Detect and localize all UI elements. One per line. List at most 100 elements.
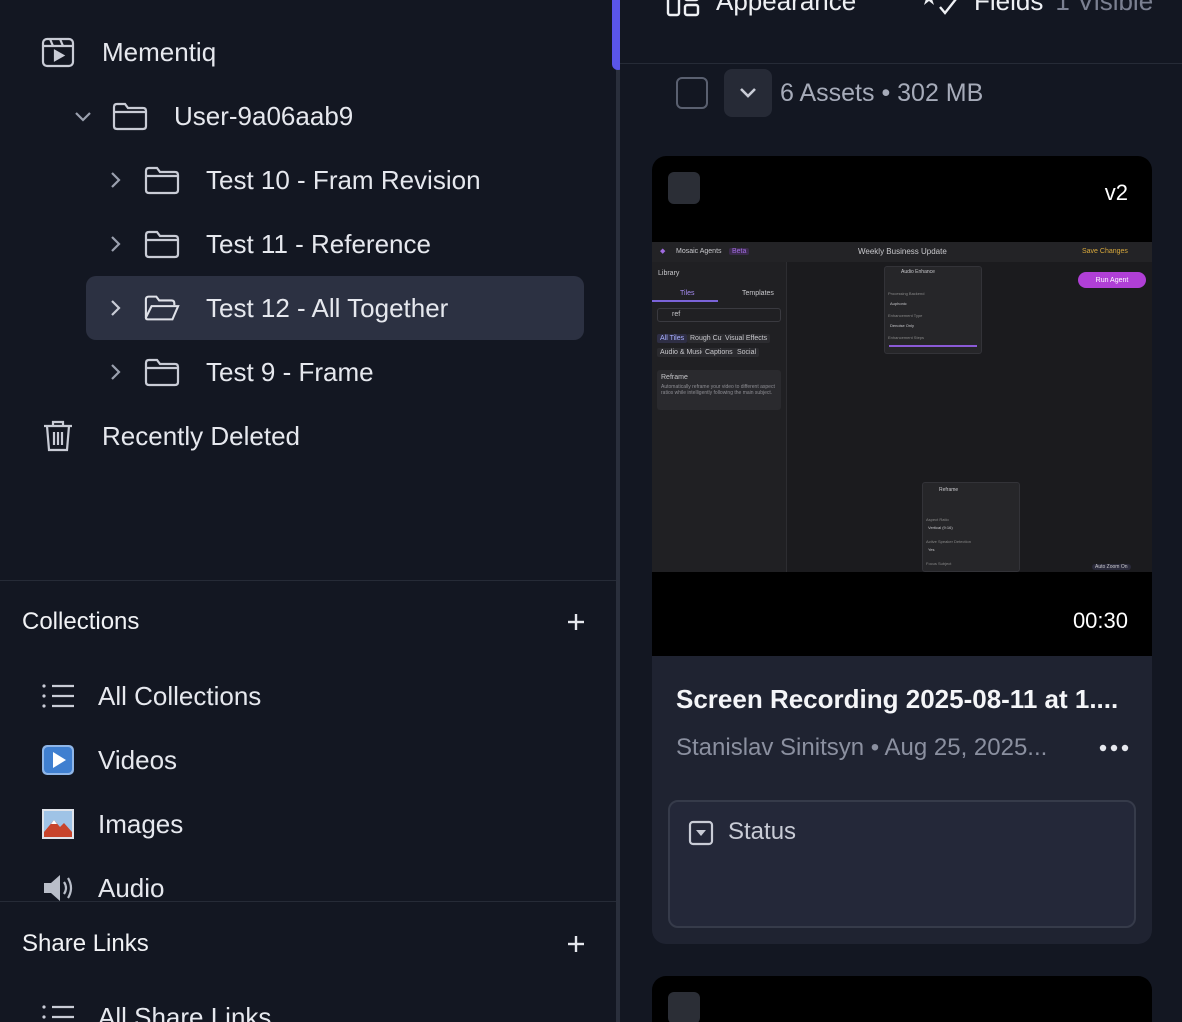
preview-node-field: Enhancement Type	[888, 313, 923, 318]
list-icon	[40, 999, 76, 1022]
select-options-button[interactable]	[724, 69, 772, 117]
preview-slider	[889, 345, 977, 347]
ellipsis-icon	[1099, 744, 1129, 752]
preview-search-value: ref	[672, 311, 681, 318]
preview-topbar: ◆ Mosaic Agents Beta Weekly Business Upd…	[652, 242, 1152, 262]
collection-item-videos[interactable]: Videos	[40, 732, 177, 788]
preview-chip: All Tiles	[657, 334, 688, 343]
chevron-down-icon	[740, 88, 756, 98]
play-icon	[40, 742, 76, 778]
sidebar-item-label: User-9a06aab9	[174, 100, 354, 131]
chevron-right-icon[interactable]	[102, 231, 128, 257]
dropdown-field-icon	[688, 820, 714, 846]
assets-bar: 6 Assets • 302 MB	[676, 69, 983, 117]
preview-node-title: Audio Enhance	[901, 269, 935, 275]
preview-chip: Rough Cut	[687, 334, 727, 343]
preview-chip: Captions	[702, 348, 736, 357]
preview-chip: Audio & Music	[657, 348, 708, 357]
toolbar: Appearance Fields 1 Visible	[620, 0, 1182, 64]
preview-node-field: Focus Subject	[926, 561, 952, 566]
image-icon	[40, 806, 76, 842]
duration-label: 00:30	[1072, 608, 1128, 633]
preview-node-field: Aspect Ratio	[926, 517, 949, 522]
collection-label: Videos	[98, 744, 178, 775]
fields-label: Fields	[974, 0, 1044, 16]
collections-title: Collections	[22, 608, 140, 635]
status-label: Status	[728, 818, 797, 845]
fields-check-icon	[920, 0, 958, 17]
section-divider	[0, 580, 616, 581]
chevron-down-icon[interactable]	[70, 103, 96, 129]
chevron-right-icon[interactable]	[102, 167, 128, 193]
asset-thumbnail[interactable]: v2 ◆ Mosaic Agents Beta Weekly Business …	[652, 156, 1152, 656]
preview-doc-title: Weekly Business Update	[858, 247, 947, 256]
preview-node-value: Auphonic	[890, 301, 907, 306]
collection-label: Audio	[98, 872, 165, 903]
preview-run-agent: Run Agent	[1078, 272, 1146, 288]
collection-label: Images	[98, 808, 184, 839]
sidebar-item-label: Test 10 - Fram Revision	[206, 164, 481, 195]
fields-button[interactable]: Fields 1 Visible	[920, 0, 1153, 17]
preview-tab-tiles: Tiles	[680, 290, 695, 297]
sidebar-item-recently-deleted[interactable]: Recently Deleted	[0, 404, 600, 468]
sidebar-item-folder[interactable]: Test 9 - Frame	[0, 340, 600, 404]
preview-node-field: Processing Backend	[888, 291, 925, 296]
add-share-link-button[interactable]	[562, 930, 590, 958]
asset-select-checkbox[interactable]	[668, 172, 700, 204]
sidebar-item-user-folder[interactable]: User-9a06aab9	[0, 84, 600, 148]
video-preview-frame: ◆ Mosaic Agents Beta Weekly Business Upd…	[652, 242, 1152, 572]
select-all-checkbox[interactable]	[676, 77, 708, 109]
chevron-right-icon[interactable]	[102, 295, 128, 321]
folder-icon	[144, 162, 180, 198]
preview-library-panel: Library Tiles Templates ref All Tiles Ro…	[652, 262, 787, 572]
fields-count: 1 Visible	[1055, 0, 1154, 16]
appearance-button[interactable]: Appearance	[666, 0, 856, 17]
preview-chip: Visual Effects	[722, 334, 771, 343]
version-badge: v2	[1104, 180, 1128, 205]
appearance-label: Appearance	[716, 0, 857, 16]
preview-beta-badge: Beta	[729, 248, 750, 255]
asset-title[interactable]: Screen Recording 2025-08-11 at 1....	[676, 684, 1132, 715]
trash-icon	[40, 418, 76, 454]
asset-meta: Stanislav Sinitsyn • Aug 25, 2025...	[676, 734, 1048, 761]
preview-tile-title: Reframe	[661, 374, 688, 381]
main-panel: Appearance Fields 1 Visible 6 Assets • 3…	[620, 0, 1182, 1022]
preview-tile-desc: Automatically reframe your video to diff…	[661, 384, 775, 396]
share-links-title: Share Links	[22, 930, 149, 957]
asset-card[interactable]: v2 ◆ Mosaic Agents Beta Weekly Business …	[652, 156, 1152, 944]
speaker-icon	[40, 870, 76, 906]
preview-tab-underline	[652, 300, 718, 302]
preview-library-title: Library	[658, 270, 680, 277]
preview-node-value: Yes	[928, 547, 935, 552]
sidebar-item-folder-selected[interactable]: Test 12 - All Together	[0, 276, 600, 340]
sidebar-item-label: Mementiq	[102, 36, 217, 67]
preview-tile-card: Reframe Automatically reframe your video…	[657, 370, 781, 410]
sidebar: Mementiq User-9a06aab9 Test 10 - Fram Re…	[0, 0, 616, 1022]
preview-node-title: Reframe	[939, 487, 959, 493]
collection-item-all[interactable]: All Collections	[40, 668, 261, 724]
add-collection-button[interactable]	[562, 608, 590, 636]
preview-search: ref	[657, 308, 781, 322]
preview-node-value: Denoise Only	[890, 323, 915, 328]
video-folder-icon	[40, 34, 76, 70]
preview-app-name: Mosaic Agents	[676, 248, 722, 255]
collection-item-images[interactable]: Images	[40, 796, 183, 852]
preview-node-reframe: Reframe Aspect Ratio Vertical (9:16) Act…	[922, 482, 1020, 572]
preview-tab-templates: Templates	[742, 290, 774, 297]
preview-node-audio: Audio Enhance Processing Backend Auphoni…	[884, 266, 982, 354]
preview-auto-zoom: Auto Zoom On	[1092, 564, 1131, 570]
asset-select-checkbox[interactable]	[668, 992, 700, 1022]
preview-node-field: Enhancement Steps	[888, 335, 925, 340]
folder-icon	[112, 98, 148, 134]
status-field[interactable]: Status	[668, 800, 1136, 928]
share-links-section: Share Links All Share Links	[0, 903, 616, 1022]
share-link-label: All Share Links	[98, 1001, 272, 1022]
preview-save-changes: Save Changes	[1082, 248, 1128, 255]
share-link-item-all[interactable]: All Share Links	[40, 989, 271, 1022]
more-options-button[interactable]	[1096, 734, 1132, 762]
sidebar-item-folder[interactable]: Test 10 - Fram Revision	[0, 148, 600, 212]
asset-card-next[interactable]	[652, 976, 1152, 1022]
chevron-right-icon[interactable]	[102, 359, 128, 385]
sidebar-item-workspace[interactable]: Mementiq	[0, 20, 600, 84]
sidebar-item-folder[interactable]: Test 11 - Reference	[0, 212, 600, 276]
